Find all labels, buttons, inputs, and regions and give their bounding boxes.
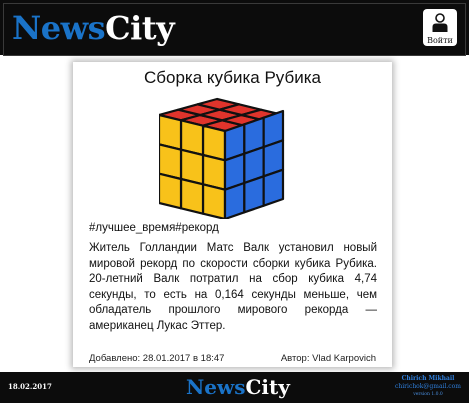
- right-face-sticker: [243, 175, 265, 214]
- article-author: Автор: Vlad Karpovich: [280, 353, 376, 364]
- news-card: Сборка кубика Рубика #лучшее_время#рекор…: [73, 62, 392, 367]
- article-date: Добавлено: 28.01.2017 в 18:47: [89, 353, 225, 364]
- article-body: Житель Голландии Матс Валк установил нов…: [89, 242, 377, 332]
- site-footer: 18.02.2017 NewsCity Chirich Mikhail chir…: [0, 372, 469, 403]
- login-label: Войти: [427, 36, 453, 45]
- footer-logo-news-text: News: [186, 375, 246, 399]
- main-content: Сборка кубика Рубика #лучшее_время#рекор…: [0, 59, 469, 372]
- site-logo[interactable]: NewsCity: [12, 9, 175, 47]
- left-face-sticker: [201, 183, 227, 219]
- right-face-sticker: [262, 168, 285, 207]
- login-button[interactable]: Войти: [423, 9, 457, 46]
- logo-city-text: City: [105, 9, 175, 47]
- footer-date: 18.02.2017: [8, 382, 52, 391]
- footer-contact: Chirich Mikhail chirichok@gmail.com vers…: [393, 375, 463, 398]
- right-face-sticker: [223, 181, 246, 219]
- footer-contact-email[interactable]: chirichok@gmail.com: [393, 383, 463, 391]
- article-title[interactable]: Сборка кубика Рубика: [73, 68, 392, 88]
- article-tags[interactable]: #лучшее_время#рекорд: [89, 222, 219, 234]
- left-face-sticker: [159, 172, 183, 210]
- rubiks-cube-image: [159, 97, 285, 219]
- footer-logo-city-text: City: [245, 375, 290, 399]
- footer-logo[interactable]: NewsCity: [186, 375, 290, 399]
- left-face-sticker: [179, 177, 205, 215]
- user-icon: [432, 13, 448, 32]
- footer-version: version 1.0.0: [413, 392, 443, 397]
- cube-faces: [159, 97, 285, 219]
- logo-news-text: News: [12, 9, 106, 47]
- footer-contact-name: Chirich Mikhail: [401, 375, 455, 382]
- site-header: NewsCity Войти: [0, 0, 469, 59]
